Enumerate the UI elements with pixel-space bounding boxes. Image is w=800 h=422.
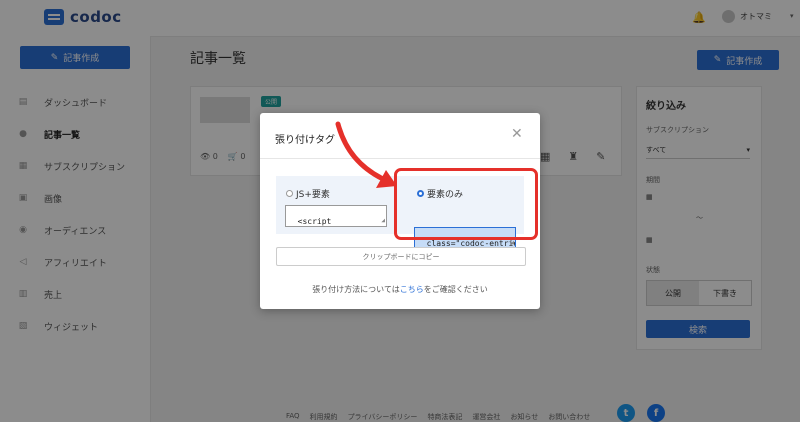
annotation-highlight-box [394,168,538,240]
